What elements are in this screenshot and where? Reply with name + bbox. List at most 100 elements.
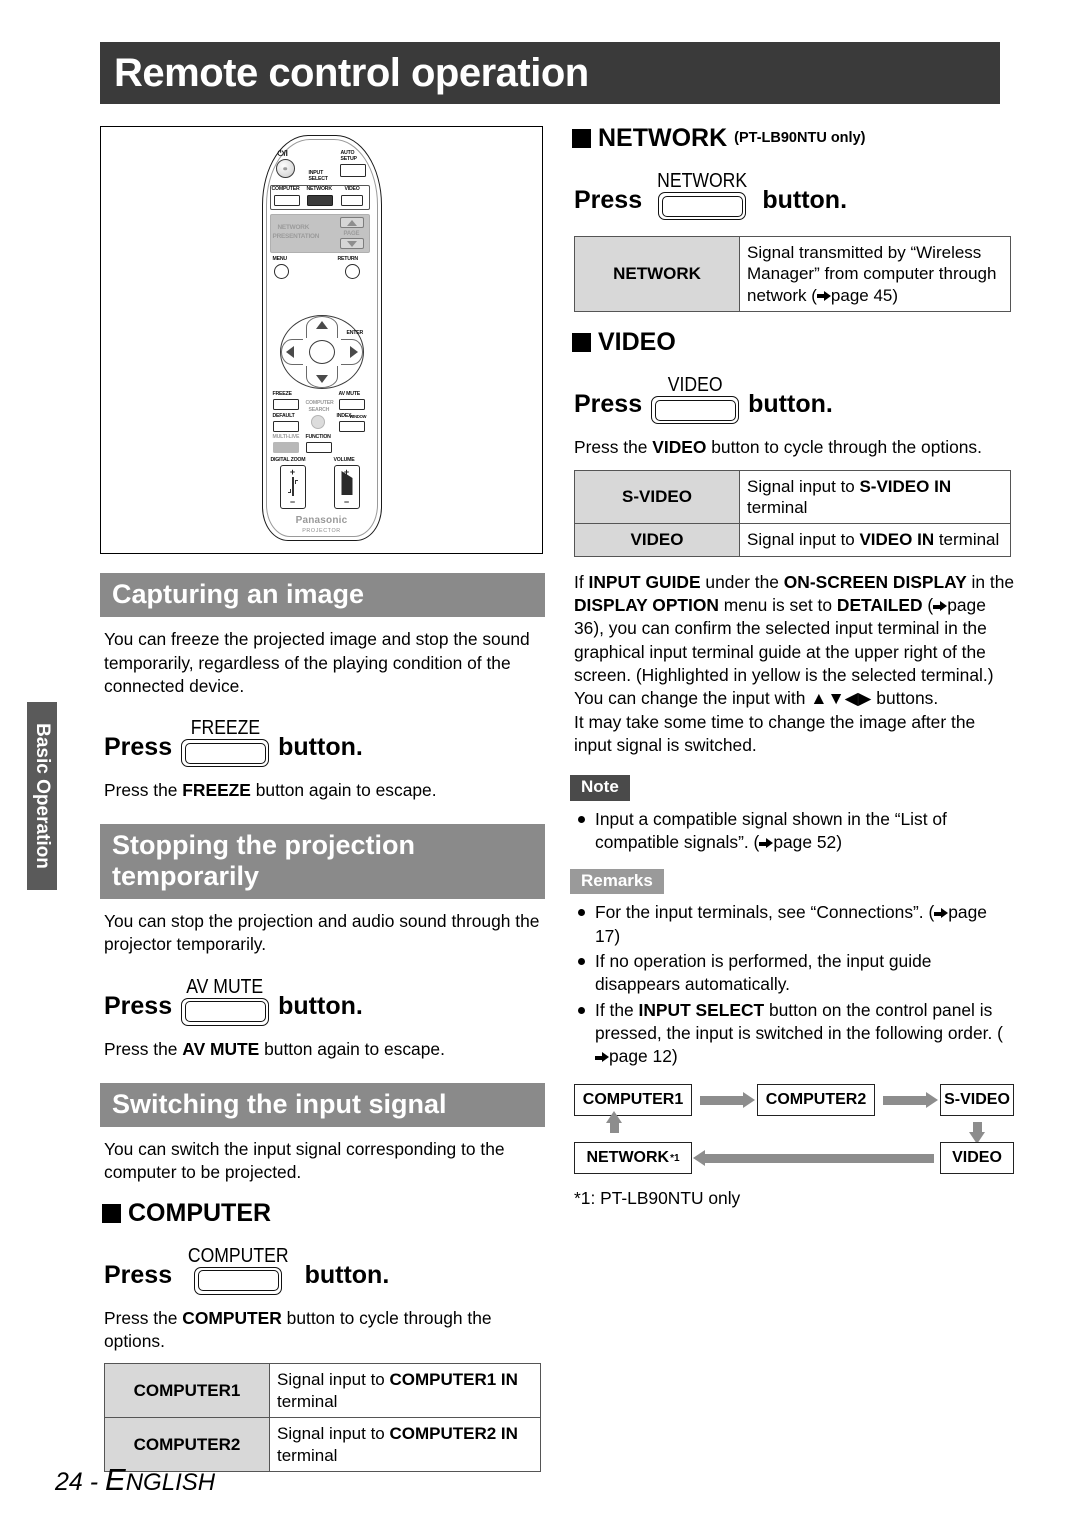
computer-search-button[interactable] (310, 415, 325, 429)
network-presentation-label-line2: PRESENTATION (272, 233, 320, 240)
footer-page-number: 24 - (55, 1468, 106, 1496)
computer-keycap[interactable]: COMPUTER (181, 1246, 295, 1295)
av-mute-keycap[interactable]: AV MUTE (181, 975, 270, 1026)
table-cell-value: Signal input to VIDEO IN terminal (739, 523, 1011, 557)
default-button[interactable] (272, 421, 299, 432)
av-mute-keycap-label: AV MUTE (186, 975, 264, 998)
enter-button[interactable] (308, 340, 335, 364)
volume-label: VOLUME (333, 457, 355, 463)
menu-button[interactable] (273, 264, 289, 279)
list-item: If no operation is performed, the input … (576, 950, 1015, 997)
video-press-instruction: Press VIDEO button. (574, 375, 1015, 425)
left-column: ⏻/I AUTO SETUP INPUT SELECT COMPUTER NET… (100, 126, 545, 1472)
press-word: Press (104, 733, 173, 762)
zoom-minus-icon[interactable]: − (290, 498, 295, 507)
remarks-list: For the input terminals, see “Connection… (576, 901, 1015, 1068)
freeze-keycap[interactable]: FREEZE (181, 717, 270, 768)
page-up-button[interactable] (339, 217, 364, 228)
button-word: button. (762, 186, 848, 214)
direction-pad[interactable] (279, 315, 364, 389)
stopping-escape-note: Press the AV MUTE button again to escape… (104, 1038, 445, 1059)
index-window-label-b: WINDOW (349, 414, 367, 419)
press-word: Press (104, 1260, 173, 1289)
table-cell-key: VIDEO (574, 523, 740, 557)
network-keycap[interactable]: NETWORK (651, 171, 753, 220)
dpad-down-arrow-icon (315, 375, 328, 383)
computer-keycap-label: COMPUTER (187, 1244, 289, 1267)
remote-control-graphic: ⏻/I AUTO SETUP INPUT SELECT COMPUTER NET… (261, 135, 382, 541)
default-label: DEFAULT (272, 413, 295, 419)
flow-arrow-4 (693, 1150, 934, 1167)
power-icon: ⏻/I (277, 149, 288, 158)
section-side-tab: Basic Operation (27, 702, 57, 890)
zoom-screen-icon (291, 477, 294, 496)
direction-arrows-icon: ▲▼◀▶ (810, 688, 872, 709)
flow-node-computer1: COMPUTER1 (574, 1084, 692, 1117)
video-keycap-box[interactable] (651, 396, 740, 425)
digital-zoom-button[interactable]: + − (279, 465, 306, 509)
black-square-icon (572, 129, 591, 148)
function-button[interactable] (305, 442, 332, 453)
section-switching-input-signal: Switching the input signal You can switc… (100, 1082, 545, 1472)
power-button[interactable] (275, 159, 295, 178)
computer-button-label: COMPUTER (271, 186, 300, 192)
page-arrow-icon (595, 1052, 609, 1063)
zoom-plus-icon[interactable]: + (290, 468, 295, 477)
computer-keycap-box[interactable] (194, 1266, 283, 1295)
video-button[interactable] (340, 195, 363, 206)
side-tab-label: Basic Operation (32, 723, 53, 869)
multilive-button[interactable] (272, 442, 299, 453)
av-mute-keycap-box[interactable] (181, 997, 270, 1026)
computer-button[interactable] (273, 195, 300, 206)
subheading-network: NETWORK (PT-LB90NTU only) (572, 126, 1015, 151)
auto-setup-label-line2: SETUP (340, 156, 358, 162)
freeze-keycap-box[interactable] (181, 739, 270, 768)
page-title: Remote control operation (114, 51, 589, 95)
subheading-computer-label: COMPUTER (128, 1198, 272, 1227)
press-word: Press (104, 991, 173, 1020)
av-mute-button[interactable] (338, 399, 365, 410)
network-keycap-box[interactable] (658, 192, 747, 220)
table-cell-key: S-VIDEO (574, 469, 740, 525)
page-arrow-icon (933, 601, 948, 612)
capturing-body-text: You can freeze the projected image and s… (104, 629, 530, 696)
volume-minus-icon[interactable]: − (344, 498, 349, 507)
dpad-right-arrow-icon (349, 346, 358, 358)
computer-press-instruction: Press COMPUTER button. (104, 1246, 545, 1295)
table-cell-key: COMPUTER1 (104, 1363, 270, 1419)
freeze-keycap-label: FREEZE (190, 717, 260, 740)
flow-node-computer2: COMPUTER2 (757, 1084, 875, 1117)
network-press-instruction: Press NETWORK button. (574, 171, 1015, 220)
index-window-button[interactable] (338, 421, 365, 432)
black-square-icon (572, 333, 591, 353)
page-arrow-icon (934, 908, 949, 919)
button-word: button. (278, 733, 363, 762)
video-keycap[interactable]: VIDEO (651, 375, 740, 425)
flow-node-svideo: S-VIDEO (940, 1084, 1014, 1117)
computer-search-label-line2: SEARCH (308, 407, 330, 413)
dpad-up-arrow-icon (315, 321, 328, 329)
flow-node-video: VIDEO (940, 1142, 1014, 1175)
table-row: COMPUTER1 Signal input to COMPUTER1 IN t… (104, 1363, 541, 1419)
auto-setup-button[interactable] (339, 164, 366, 177)
freeze-button[interactable] (272, 399, 299, 410)
menu-label: MENU (272, 256, 288, 262)
table-cell-value: Signal input to S-VIDEO IN terminal (739, 469, 1011, 525)
section-video: VIDEO Press VIDEO button. Press the VIDE… (570, 330, 1015, 557)
subheading-video: VIDEO (572, 330, 1015, 355)
network-button[interactable] (306, 195, 333, 206)
remarks-badge: Remarks (570, 868, 664, 895)
remarks-block: Remarks For the input terminals, see “Co… (570, 868, 1015, 1069)
av-mute-label: AV MUTE (338, 391, 361, 397)
stopping-body-text: You can stop the projection and audio so… (104, 910, 540, 955)
return-button[interactable] (344, 264, 360, 279)
video-cycle-note: Press the VIDEO button to cycle through … (574, 437, 982, 458)
flow-arrow-2 (883, 1092, 938, 1109)
flow-node-network-footnote-mark: *1 (670, 1152, 680, 1164)
footer-language: ENGLISH (105, 1462, 216, 1497)
table-row: NETWORK Signal transmitted by “Wireless … (574, 235, 1011, 313)
freeze-label: FREEZE (272, 391, 292, 397)
page-down-button[interactable] (339, 238, 364, 249)
volume-button[interactable]: + − (333, 465, 360, 509)
page-label: PAGE (343, 231, 360, 237)
